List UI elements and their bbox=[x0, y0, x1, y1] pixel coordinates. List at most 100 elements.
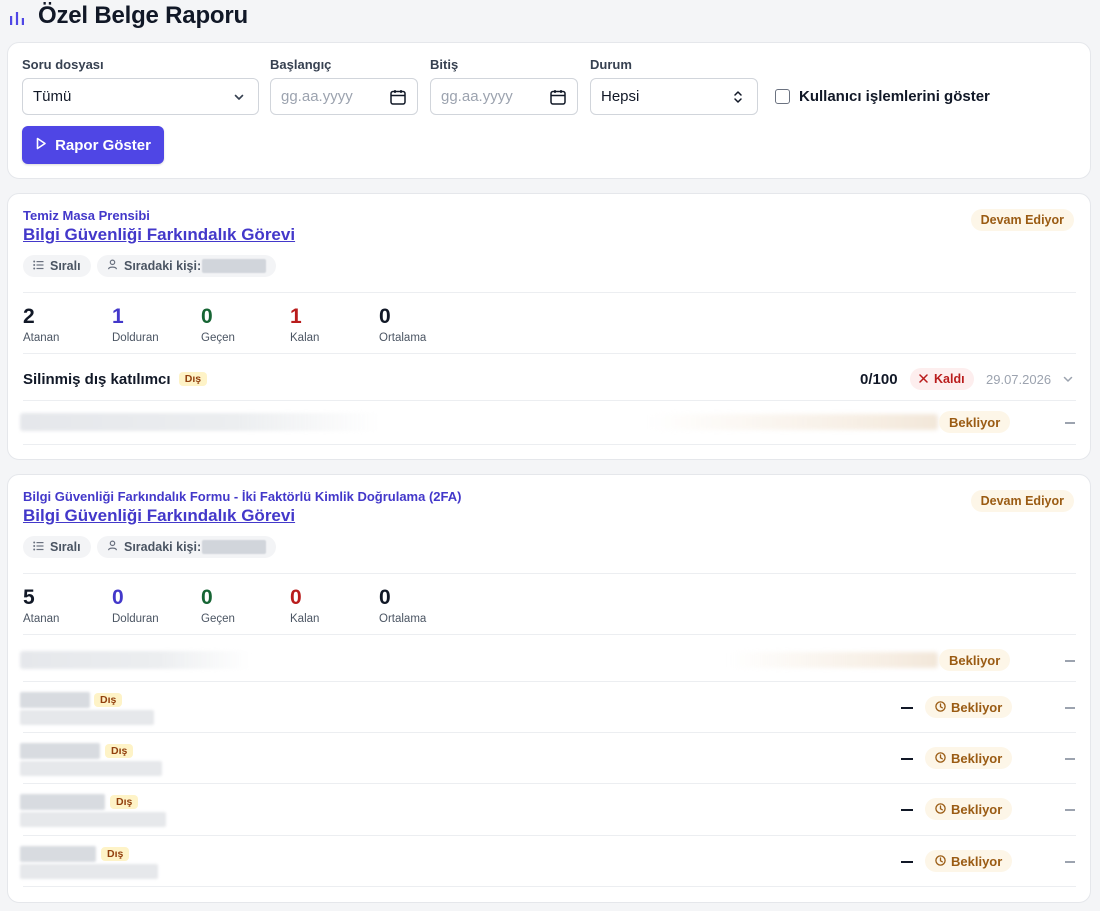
stat-value: 0 bbox=[201, 305, 213, 328]
status-badge: Devam Ediyor bbox=[970, 490, 1074, 512]
external-badge: Dış bbox=[101, 847, 130, 861]
external-badge: Dış bbox=[105, 744, 134, 758]
divider bbox=[23, 292, 1076, 293]
stat-filled: 0 Dolduran bbox=[112, 586, 159, 625]
redacted-email bbox=[20, 864, 158, 879]
redacted-name bbox=[20, 794, 105, 810]
order-chip: Sıralı bbox=[23, 255, 91, 277]
stat-label: Ortalama bbox=[379, 613, 427, 625]
updown-chevron-icon bbox=[729, 88, 747, 106]
clock-icon bbox=[935, 700, 946, 715]
score-empty bbox=[901, 758, 913, 760]
pending-label: Bekliyor bbox=[951, 699, 1003, 715]
stat-assigned: 2 Atanan bbox=[23, 305, 59, 344]
redacted-name bbox=[20, 743, 100, 759]
stat-value: 1 bbox=[290, 305, 302, 328]
pending-badge: Bekliyor bbox=[925, 747, 1013, 769]
user-icon bbox=[107, 259, 118, 273]
show-user-ops-label[interactable]: Kullanıcı işlemlerini göster bbox=[799, 88, 990, 105]
stat-label: Geçen bbox=[201, 332, 235, 344]
stat-value: 5 bbox=[23, 586, 35, 609]
external-badge: Dış bbox=[178, 372, 208, 386]
play-icon bbox=[35, 137, 47, 154]
participant-name-text: Silinmiş dış katılımcı bbox=[23, 371, 171, 388]
trailing-dash bbox=[1065, 707, 1075, 709]
divider bbox=[23, 400, 1076, 401]
stat-value: 0 bbox=[379, 586, 391, 609]
bar-chart-icon bbox=[8, 9, 26, 27]
participant-name: Silinmiş dış katılımcı Dış bbox=[23, 371, 208, 388]
stat-failed: 0 Kalan bbox=[290, 586, 319, 625]
stat-value: 0 bbox=[379, 305, 391, 328]
pending-badge: Bekliyor bbox=[939, 649, 1011, 671]
redacted-detail bbox=[648, 414, 938, 430]
end-date-input[interactable]: gg.aa.yyyy bbox=[430, 78, 578, 115]
score-empty bbox=[901, 861, 913, 863]
start-date-input[interactable]: gg.aa.yyyy bbox=[270, 78, 418, 115]
calendar-icon[interactable] bbox=[549, 88, 567, 106]
status-badge: Devam Ediyor bbox=[970, 209, 1074, 231]
stat-label: Atanan bbox=[23, 613, 60, 625]
score-empty bbox=[901, 809, 913, 811]
stat-passed: 0 Geçen bbox=[201, 305, 235, 344]
start-date-label: Başlangıç bbox=[270, 57, 332, 72]
redacted-detail bbox=[728, 652, 938, 668]
stat-label: Dolduran bbox=[112, 613, 159, 625]
clock-icon bbox=[935, 802, 946, 817]
next-person-label: Sıradaki kişi: bbox=[124, 259, 202, 273]
form-filter-label: Soru dosyası bbox=[22, 57, 104, 72]
chevron-down-icon bbox=[230, 88, 248, 106]
stat-filled: 1 Dolduran bbox=[112, 305, 159, 344]
divider bbox=[23, 353, 1076, 354]
form-select[interactable]: Tümü bbox=[22, 78, 259, 115]
next-person-label: Sıradaki kişi: bbox=[124, 540, 202, 554]
task-title-link[interactable]: Bilgi Güvenliği Farkındalık Görevi bbox=[23, 506, 295, 526]
pending-badge: Bekliyor bbox=[939, 411, 1011, 433]
task-title-link[interactable]: Bilgi Güvenliği Farkındalık Görevi bbox=[23, 225, 295, 245]
divider bbox=[23, 886, 1076, 887]
trailing-dash bbox=[1065, 422, 1075, 424]
show-user-ops-checkbox[interactable] bbox=[775, 89, 790, 104]
page-title: Özel Belge Raporu bbox=[38, 2, 248, 29]
trailing-dash bbox=[1065, 758, 1075, 760]
stat-value: 0 bbox=[290, 586, 302, 609]
stat-average: 0 Ortalama bbox=[379, 305, 426, 344]
divider bbox=[23, 573, 1076, 574]
score-empty bbox=[901, 707, 913, 709]
divider bbox=[23, 732, 1076, 733]
status-select[interactable]: Hepsi bbox=[590, 78, 758, 115]
calendar-icon[interactable] bbox=[389, 88, 407, 106]
clock-icon bbox=[935, 751, 946, 766]
trailing-dash bbox=[1065, 861, 1075, 863]
redacted-email bbox=[20, 761, 162, 776]
divider bbox=[23, 444, 1076, 445]
failed-badge: Kaldı bbox=[910, 368, 974, 390]
form-select-value: Tümü bbox=[33, 88, 72, 105]
task-card: Temiz Masa Prensibi Bilgi Güvenliği Fark… bbox=[7, 193, 1091, 460]
failed-badge-label: Kaldı bbox=[934, 372, 965, 386]
task-card: Bilgi Güvenliği Farkındalık Formu - İki … bbox=[7, 474, 1091, 903]
end-date-label: Bitiş bbox=[430, 57, 459, 72]
pending-badge: Bekliyor bbox=[925, 696, 1013, 718]
list-icon bbox=[33, 540, 44, 554]
stat-label: Ortalama bbox=[379, 332, 427, 344]
stat-label: Dolduran bbox=[112, 332, 159, 344]
stat-failed: 1 Kalan bbox=[290, 305, 319, 344]
divider bbox=[23, 681, 1076, 682]
user-icon bbox=[107, 540, 118, 554]
pending-badge: Bekliyor bbox=[925, 850, 1013, 872]
order-chip: Sıralı bbox=[23, 536, 91, 558]
status-filter-label: Durum bbox=[590, 57, 632, 72]
task-category: Bilgi Güvenliği Farkındalık Formu - İki … bbox=[23, 489, 462, 504]
chevron-down-icon[interactable] bbox=[1062, 372, 1074, 384]
stat-label: Kalan bbox=[290, 332, 320, 344]
external-badge: Dış bbox=[110, 795, 139, 809]
trailing-dash bbox=[1065, 809, 1075, 811]
show-report-button[interactable]: Rapor Göster bbox=[22, 126, 164, 164]
list-icon bbox=[33, 259, 44, 273]
stat-average: 0 Ortalama bbox=[379, 586, 426, 625]
x-icon bbox=[919, 372, 928, 386]
participant-score: 0/100 bbox=[860, 371, 898, 388]
redacted-participant bbox=[20, 413, 380, 431]
redacted-name bbox=[20, 846, 96, 862]
